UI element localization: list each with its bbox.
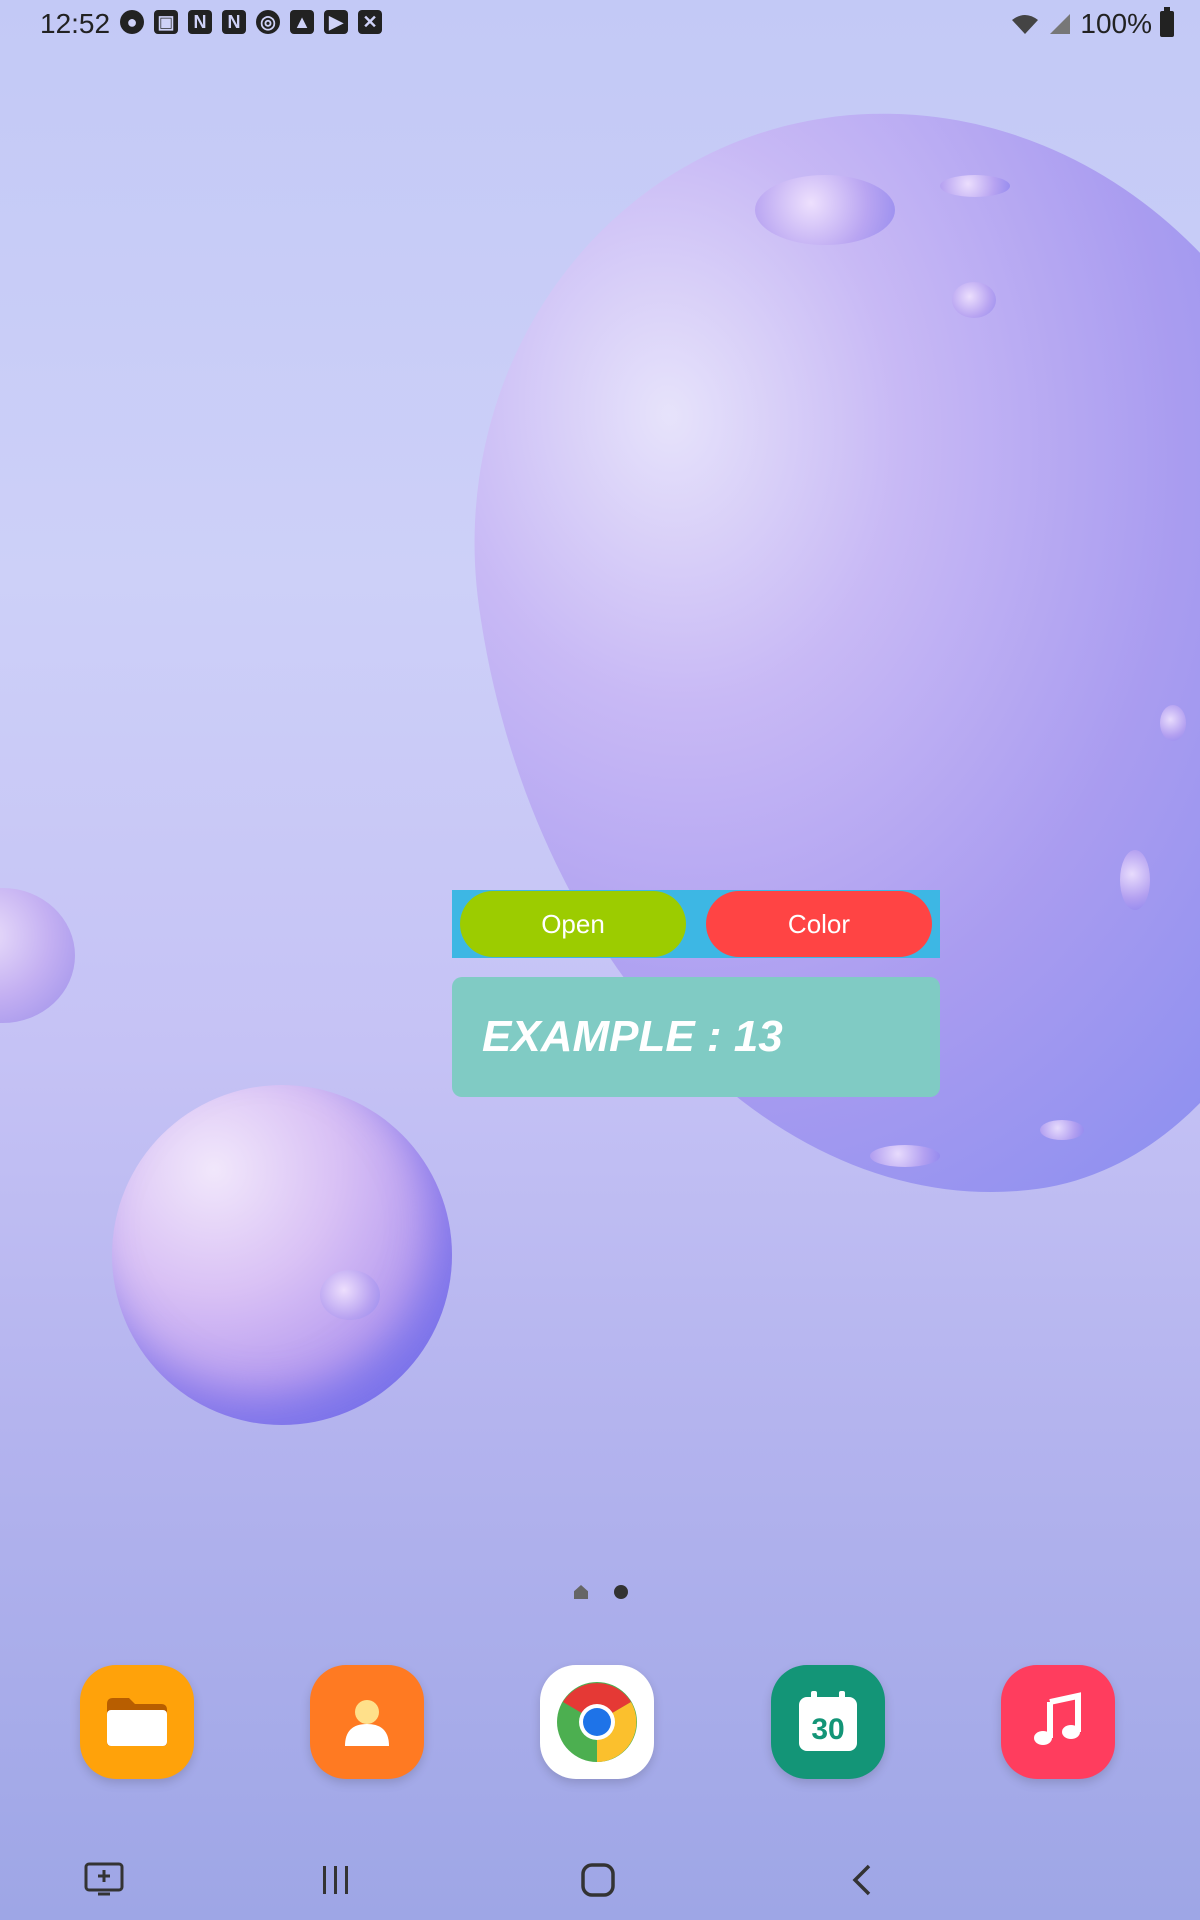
home-icon[interactable]: [568, 1856, 628, 1904]
status-right: 100%: [1010, 7, 1174, 40]
navigation-bar: [0, 1840, 1200, 1920]
wifi-icon: [1012, 15, 1039, 34]
account-icon: ●: [120, 10, 144, 34]
clock: 12:52: [40, 8, 111, 39]
wallpaper: [0, 0, 1200, 1920]
netflix-icon: N: [188, 10, 212, 34]
calendar-icon[interactable]: 30: [771, 1665, 885, 1779]
close-icon: ✕: [358, 10, 382, 34]
back-icon[interactable]: [832, 1856, 892, 1904]
wallpaper-bubble-small: [0, 888, 75, 1023]
screenshot-icon[interactable]: [74, 1856, 134, 1904]
status-bar: 12:52 ● ▣ N N ◎ ▲ ▶ ✕ 100%: [0, 0, 1200, 46]
example-text: EXAMPLE : 13: [482, 1012, 783, 1061]
home-page-indicator-icon[interactable]: [574, 1585, 588, 1599]
battery-icon: [1160, 7, 1174, 37]
chrome-icon[interactable]: [540, 1665, 654, 1779]
page-indicator: [574, 1585, 628, 1599]
battery-percent: 100%: [1080, 8, 1152, 39]
calendar-day: 30: [811, 1713, 844, 1746]
gallery-icon: ▲: [290, 10, 314, 34]
netflix-icon: N: [222, 10, 246, 34]
open-button[interactable]: Open: [460, 891, 686, 957]
wallpaper-bubble-medium: [112, 1085, 452, 1425]
notification-icons: ● ▣ N N ◎ ▲ ▶ ✕: [120, 10, 382, 34]
screen-share-icon: ▣: [154, 10, 178, 34]
youtube-icon: ▶: [324, 10, 348, 34]
example-card[interactable]: EXAMPLE : 13: [452, 977, 940, 1097]
contacts-icon[interactable]: [310, 1665, 424, 1779]
signal-icon: [1050, 14, 1071, 34]
app-dock: 30: [0, 1665, 1200, 1780]
page-dot-current[interactable]: [614, 1585, 628, 1599]
color-button[interactable]: Color: [706, 891, 932, 957]
recents-icon[interactable]: [305, 1856, 365, 1904]
camera-icon: ◎: [256, 10, 280, 34]
music-icon[interactable]: [1001, 1665, 1115, 1779]
widget-button-bar: Open Color: [452, 890, 940, 958]
files-icon[interactable]: [80, 1665, 194, 1779]
